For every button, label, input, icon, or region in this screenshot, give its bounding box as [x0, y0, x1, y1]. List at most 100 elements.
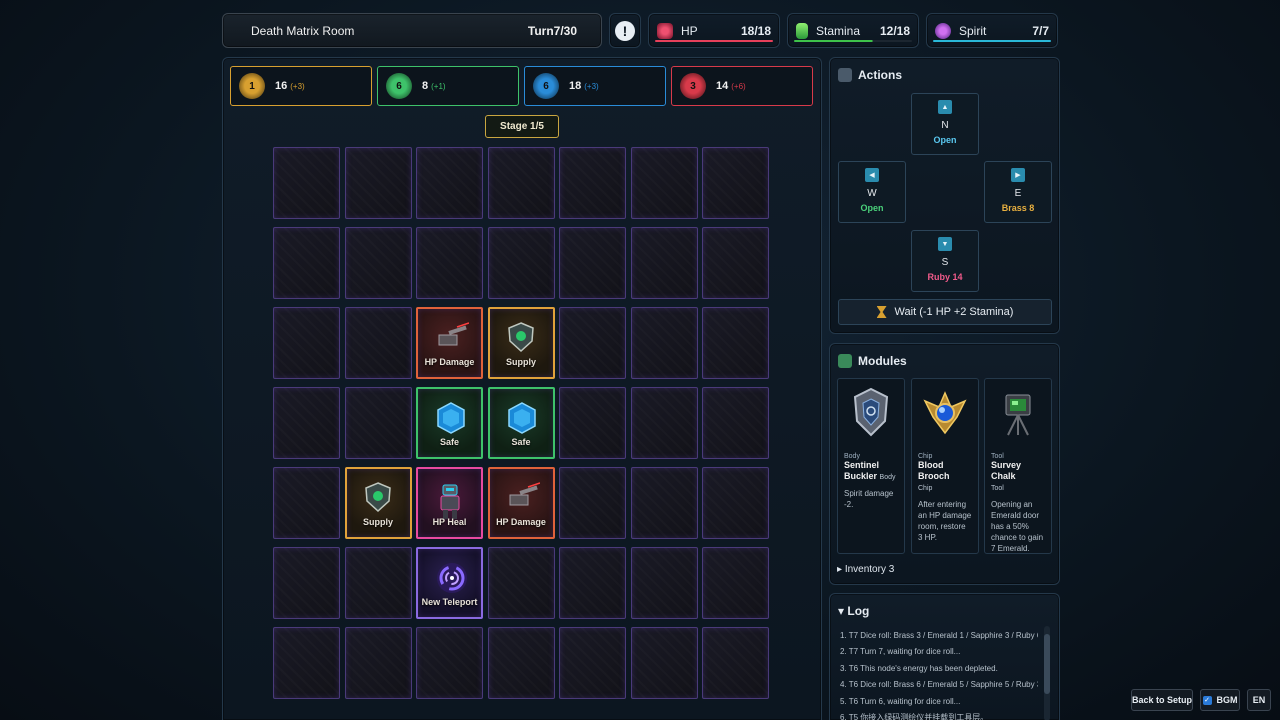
room-tile-unexplored[interactable]: [702, 627, 769, 699]
arrow-down-icon: ▼: [938, 237, 952, 251]
room-tile-unexplored[interactable]: [487, 227, 555, 299]
room-tile-unexplored[interactable]: [273, 227, 340, 299]
room-tile-safe[interactable]: Safe: [487, 387, 555, 459]
room-tile-unexplored[interactable]: [559, 627, 626, 699]
room-tile-safe[interactable]: Safe: [416, 387, 483, 459]
room-tile-unexplored[interactable]: [559, 547, 626, 619]
room-tile-unexplored[interactable]: [344, 387, 412, 459]
robot-player-icon: [435, 481, 465, 519]
room-tile-unexplored[interactable]: [273, 147, 340, 219]
move-north-button[interactable]: ▲ N Open: [911, 93, 979, 155]
dice-sapphire: 6 18 (+3): [524, 66, 666, 106]
room-tile-supply[interactable]: Supply: [487, 307, 555, 379]
room-tile-unexplored[interactable]: [344, 147, 412, 219]
room-tile-unexplored[interactable]: [273, 307, 340, 379]
modules-panel: Modules Body Sentinel Buckler Body Spiri…: [829, 343, 1060, 585]
room-tile-unexplored[interactable]: [630, 307, 698, 379]
room-tile-unexplored[interactable]: [344, 547, 412, 619]
move-south-button[interactable]: ▼ S Ruby 14: [911, 230, 979, 292]
room-tile-unexplored[interactable]: [487, 147, 555, 219]
room-tile-unexplored[interactable]: [630, 627, 698, 699]
log-entry: 6. T5 你接入绿码测绘仪并挂载到工具层。: [840, 712, 989, 720]
room-tile-unexplored[interactable]: [630, 547, 698, 619]
room-tile-unexplored[interactable]: [559, 227, 626, 299]
room-tile-unexplored[interactable]: [416, 147, 483, 219]
turret-icon: [506, 481, 541, 511]
room-tile-unexplored[interactable]: [487, 627, 555, 699]
room-tile-unexplored[interactable]: [702, 227, 769, 299]
room-tile-unexplored[interactable]: [344, 307, 412, 379]
battery-icon: [796, 22, 808, 39]
room-tile-hp-heal[interactable]: HP Heal: [416, 467, 483, 539]
room-tile-unexplored[interactable]: [702, 307, 769, 379]
hex-crystal-icon: [435, 401, 465, 434]
room-tile-unexplored[interactable]: [559, 467, 626, 539]
wait-button[interactable]: Wait (-1 HP +2 Stamina): [838, 299, 1052, 325]
dice-icon: [838, 68, 852, 82]
room-tile-unexplored[interactable]: [702, 387, 769, 459]
dice-value: 18: [569, 80, 582, 92]
room-tile-unexplored[interactable]: [559, 147, 626, 219]
log-scroll-thumb[interactable]: [1044, 634, 1050, 694]
back-to-setup-button[interactable]: Back to Setup: [1131, 689, 1193, 711]
dice-bonus: (+3): [584, 81, 599, 91]
room-tile-new-teleport[interactable]: New Teleport: [416, 547, 483, 619]
dice-value: 8: [422, 80, 429, 92]
room-tile-unexplored[interactable]: [630, 467, 698, 539]
room-tile-unexplored[interactable]: [273, 387, 340, 459]
chip-icon: [838, 354, 852, 368]
buckler-icon: [847, 383, 895, 443]
vortex-icon: [435, 561, 467, 593]
room-tile-hp-damage[interactable]: HP Damage: [416, 307, 483, 379]
room-tile-unexplored[interactable]: [630, 387, 698, 459]
room-tile-unexplored[interactable]: [559, 307, 626, 379]
module-card-tool[interactable]: Tool Survey Chalk Tool Opening an Emerald…: [984, 378, 1052, 554]
room-tile-unexplored[interactable]: [416, 227, 483, 299]
spirit-value: 7/7: [1032, 23, 1049, 38]
exclamation-icon: !: [615, 20, 635, 41]
room-tile-unexplored[interactable]: [702, 547, 769, 619]
room-tile-unexplored[interactable]: [344, 227, 412, 299]
arrow-up-icon: ▲: [938, 100, 952, 114]
language-button[interactable]: EN: [1247, 689, 1271, 711]
tile-label: HP Damage: [424, 357, 475, 367]
room-tile-unexplored[interactable]: [416, 627, 483, 699]
room-tile-unexplored[interactable]: [273, 467, 340, 539]
module-card-body[interactable]: Body Sentinel Buckler Body Spirit damage…: [837, 378, 905, 554]
room-tile-unexplored[interactable]: [273, 627, 340, 699]
sapphire-die-icon: 6: [533, 73, 559, 99]
room-tile-unexplored[interactable]: [344, 627, 412, 699]
room-tile-unexplored[interactable]: [487, 547, 555, 619]
room-tile-unexplored[interactable]: [702, 467, 769, 539]
bgm-toggle[interactable]: ✓ BGM: [1200, 689, 1240, 711]
room-tile-unexplored[interactable]: [559, 387, 626, 459]
hp-stat: HP 18/18: [648, 13, 780, 48]
room-tile-unexplored[interactable]: [273, 547, 340, 619]
alert-button[interactable]: !: [609, 13, 641, 48]
tile-label: Supply: [362, 517, 393, 527]
module-card-chip[interactable]: Chip Blood Brooch Chip After entering an …: [911, 378, 979, 554]
turn-counter: Turn7/30: [527, 23, 577, 38]
log-toggle[interactable]: ▾ Log: [838, 604, 869, 618]
dice-bonus: (+1): [431, 81, 446, 91]
inventory-toggle[interactable]: ▸ Inventory 3: [837, 564, 894, 575]
room-tile-hp-damage[interactable]: HP Damage: [487, 467, 555, 539]
log-scrollbar[interactable]: [1044, 626, 1050, 720]
turret-icon: [435, 321, 469, 351]
room-tile-supply[interactable]: Supply: [344, 467, 412, 539]
log-title: Log: [847, 604, 870, 618]
south-state: Ruby 14: [927, 272, 963, 282]
room-tile-unexplored[interactable]: [630, 147, 698, 219]
move-east-button[interactable]: ▶ E Brass 8: [984, 161, 1052, 223]
move-west-button[interactable]: ◀ W Open: [838, 161, 906, 223]
log-entry: 5. T6 Turn 6, waiting for dice roll...: [840, 696, 961, 706]
log-entry: 4. T6 Dice roll: Brass 6 / Emerald 5 / S…: [840, 680, 1038, 690]
room-title: Death Matrix Room: [251, 23, 355, 38]
north-label: N: [941, 120, 949, 131]
arrow-right-icon: ▶: [1011, 168, 1025, 182]
room-tile-unexplored[interactable]: [630, 227, 698, 299]
room-tile-unexplored[interactable]: [702, 147, 769, 219]
hex-crystal-icon: [506, 401, 536, 434]
tile-label: HP Heal: [432, 517, 467, 527]
stamina-bar: [794, 40, 912, 42]
